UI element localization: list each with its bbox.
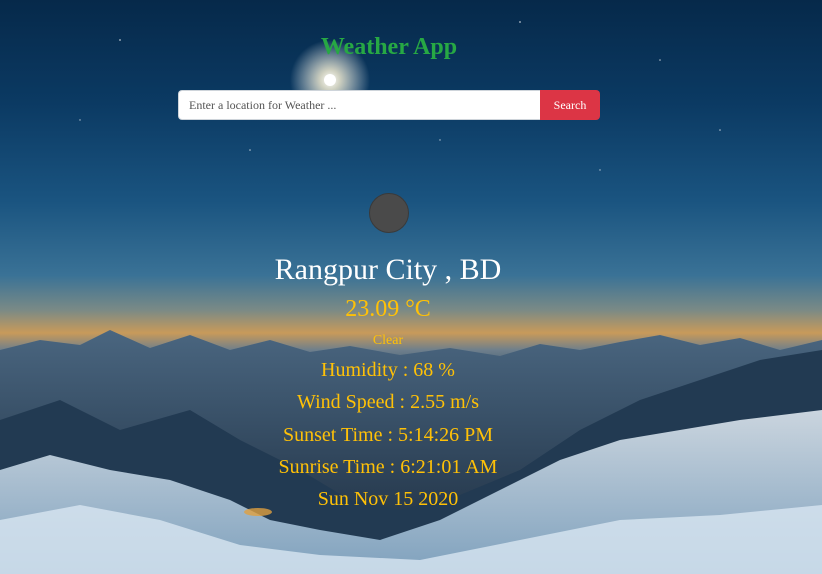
temperature: 23.09 °C (345, 296, 431, 322)
humidity: Humidity : 68 % (321, 359, 455, 381)
app-container: Weather App Search Rangpur City , BD 23.… (0, 0, 822, 574)
city-name: Rangpur City , BD (274, 253, 502, 286)
weather-condition-icon (369, 193, 409, 233)
search-input[interactable] (178, 90, 540, 120)
weather-condition: Clear (372, 333, 404, 348)
app-title: Weather App (320, 34, 458, 60)
wind-speed: Wind Speed : 2.55 m/s (297, 391, 479, 413)
search-form: Search (178, 90, 600, 120)
search-button[interactable]: Search (540, 90, 600, 120)
date: Sun Nov 15 2020 (317, 488, 459, 510)
sunrise-time: Sunrise Time : 6:21:01 AM (278, 456, 498, 478)
sunset-time: Sunset Time : 5:14:26 PM (282, 424, 494, 446)
